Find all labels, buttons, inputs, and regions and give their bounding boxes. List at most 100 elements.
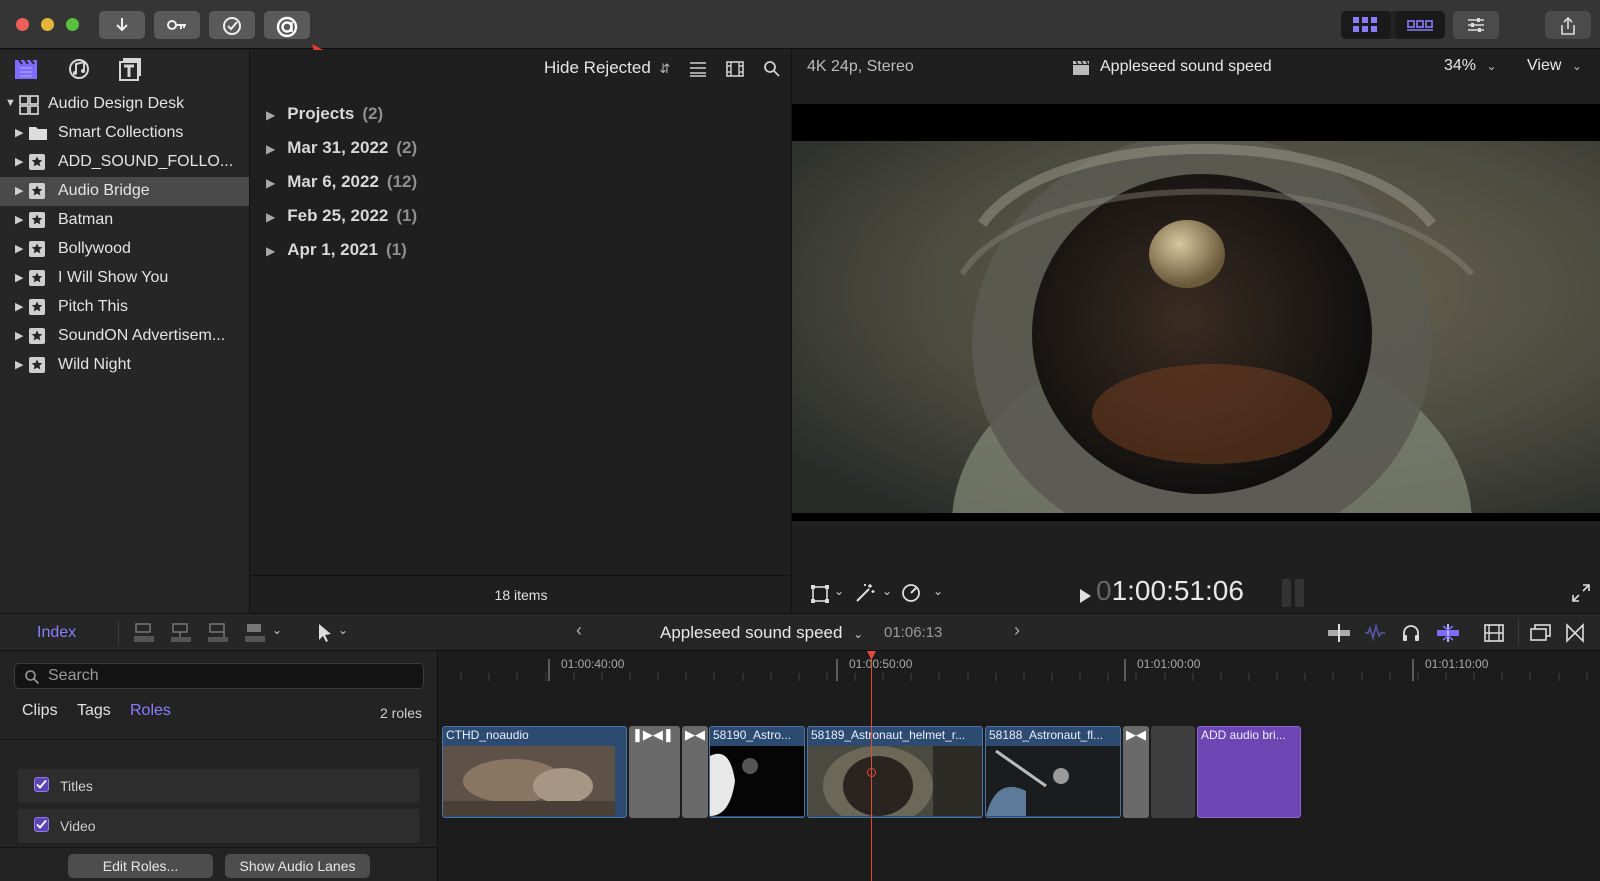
list-view-icon[interactable]: [689, 60, 707, 78]
sidebar-item-add-sound-follo[interactable]: ▶ ADD_SOUND_FOLLO...: [0, 148, 249, 177]
clapper-media-icon[interactable]: [14, 58, 38, 80]
panel-divider: [0, 847, 438, 848]
chevron-down-icon[interactable]: ⌄: [933, 584, 943, 598]
close-window-button[interactable]: [16, 18, 29, 31]
timeline-clip[interactable]: CTHD_noaudio: [442, 726, 627, 818]
browser-layout-button[interactable]: [1341, 11, 1391, 39]
clip-appearance-icon[interactable]: [1484, 623, 1504, 643]
timeline-clip[interactable]: 58190_Astro...: [709, 726, 805, 818]
inspector-button[interactable]: [1453, 11, 1499, 39]
keywords-button[interactable]: [154, 11, 200, 39]
timeline-clip[interactable]: 58189_Astronaut_helmet_r...: [807, 726, 983, 818]
disclosure-open-icon[interactable]: ▼: [5, 97, 16, 109]
tab-tags[interactable]: Tags: [77, 702, 111, 720]
share-button[interactable]: [1545, 11, 1591, 39]
gap-clip[interactable]: [1151, 726, 1195, 818]
show-audio-lanes-button[interactable]: Show Audio Lanes: [225, 854, 370, 878]
sidebar-item-wild-night[interactable]: ▶ Wild Night: [0, 351, 249, 380]
sidebar-item-i-will-show-you[interactable]: ▶ I Will Show You: [0, 264, 249, 293]
effects-browser-icon[interactable]: [1530, 623, 1552, 643]
sidebar-item-smart-collections[interactable]: ▶ Smart Collections: [0, 119, 249, 148]
chevron-down-icon[interactable]: ⌄: [882, 584, 892, 598]
browser-row[interactable]: ▶ Feb 25, 2022 (1): [266, 206, 417, 236]
speed-gauge-icon[interactable]: [900, 582, 922, 604]
transition-clip[interactable]: ▶◀: [1123, 726, 1149, 818]
index-button[interactable]: Index: [37, 624, 76, 642]
playhead[interactable]: [871, 651, 872, 881]
search-icon[interactable]: [763, 60, 781, 78]
snapping-icon[interactable]: [1436, 623, 1460, 643]
disclosure-closed-icon[interactable]: ▶: [15, 329, 23, 342]
sidebar-item-label: SoundON Advertisem...: [58, 327, 226, 344]
edit-roles-button[interactable]: Edit Roles...: [68, 854, 213, 878]
disclosure-closed-icon[interactable]: ▶: [266, 142, 275, 156]
history-back-button[interactable]: ‹: [576, 620, 582, 641]
headphones-icon[interactable]: [1401, 623, 1421, 643]
sidebar-item-soundon-advertisem[interactable]: ▶ SoundON Advertisem...: [0, 322, 249, 351]
disclosure-closed-icon[interactable]: ▶: [15, 358, 23, 371]
index-search-field[interactable]: Search: [14, 663, 424, 689]
magic-wand-icon[interactable]: [854, 582, 876, 604]
chevron-down-icon[interactable]: ⌄: [834, 584, 844, 598]
select-tool-icon[interactable]: [317, 623, 333, 643]
event-star-icon: [28, 356, 46, 374]
photos-audio-icon[interactable]: [66, 57, 92, 81]
role-checkbox-titles[interactable]: [34, 777, 49, 792]
timecode-value: 1:00:51:06: [1111, 575, 1244, 606]
audio-bridge-clip[interactable]: ADD audio bri...: [1197, 726, 1301, 818]
minimize-window-button[interactable]: [41, 18, 54, 31]
browser-row[interactable]: ▶ Mar 6, 2022 (12): [266, 172, 417, 202]
append-clip-icon[interactable]: [207, 622, 229, 644]
hide-rejected-popup[interactable]: Hide Rejected ⇵: [544, 58, 670, 78]
disclosure-closed-icon[interactable]: ▶: [15, 155, 23, 168]
transition-clip[interactable]: ▶◀: [682, 726, 708, 818]
updown-chevron-icon: ⇵: [659, 61, 671, 76]
sidebar-item-bollywood[interactable]: ▶ Bollywood: [0, 235, 249, 264]
play-icon[interactable]: [1078, 588, 1092, 604]
browser-row[interactable]: ▶ Projects (2): [266, 104, 383, 134]
chevron-down-icon[interactable]: ⌄: [272, 623, 282, 637]
timeline-clip[interactable]: 58188_Astronaut_fl...: [985, 726, 1121, 818]
disclosure-closed-icon[interactable]: ▶: [266, 108, 275, 122]
connect-clip-icon[interactable]: [133, 622, 155, 644]
insert-clip-icon[interactable]: [170, 622, 192, 644]
overwrite-clip-icon[interactable]: [244, 622, 266, 644]
disclosure-closed-icon[interactable]: ▶: [15, 271, 23, 284]
disclosure-closed-icon[interactable]: ▶: [15, 213, 23, 226]
disclosure-closed-icon[interactable]: ▶: [266, 210, 275, 224]
tab-clips[interactable]: Clips: [22, 702, 58, 720]
import-button[interactable]: [99, 11, 145, 39]
transform-icon[interactable]: [810, 584, 830, 604]
transitions-browser-icon[interactable]: [1565, 623, 1585, 643]
disclosure-closed-icon[interactable]: ▶: [266, 244, 275, 258]
transition-clip[interactable]: ❚▶◀❚: [629, 726, 680, 818]
sidebar-item-audio-design-desk[interactable]: ▼ Audio Design Desk: [0, 90, 249, 119]
role-checkbox-video[interactable]: [34, 817, 49, 832]
disclosure-closed-icon[interactable]: ▶: [15, 242, 23, 255]
filmstrip-icon[interactable]: [726, 60, 744, 78]
disclosure-closed-icon[interactable]: ▶: [15, 184, 23, 197]
view-popup[interactable]: View ⌄: [1527, 57, 1582, 75]
audio-skimming-icon[interactable]: [1364, 623, 1386, 643]
timeline-layout-button[interactable]: [1395, 11, 1445, 39]
history-forward-button[interactable]: ›: [1014, 620, 1020, 641]
sidebar-item-audio-bridge[interactable]: ▶ Audio Bridge: [0, 177, 249, 206]
zoom-popup[interactable]: 34% ⌄: [1444, 57, 1497, 75]
fullscreen-icon[interactable]: [1572, 584, 1590, 602]
disclosure-closed-icon[interactable]: ▶: [266, 176, 275, 190]
titles-generators-icon[interactable]: [118, 57, 144, 81]
sidebar-item-label: Audio Bridge: [58, 182, 150, 199]
disclosure-closed-icon[interactable]: ▶: [15, 126, 23, 139]
chevron-down-icon[interactable]: ⌄: [338, 623, 348, 637]
skimming-icon[interactable]: [1327, 623, 1351, 643]
sidebar-item-pitch-this[interactable]: ▶ Pitch This: [0, 293, 249, 322]
project-popup[interactable]: Appleseed sound speed ⌄: [660, 623, 863, 643]
zoom-window-button[interactable]: [66, 18, 79, 31]
browser-row[interactable]: ▶ Apr 1, 2021 (1): [266, 240, 407, 270]
tab-roles[interactable]: Roles: [130, 702, 171, 720]
sidebar-item-batman[interactable]: ▶ Batman: [0, 206, 249, 235]
background-tasks-button[interactable]: [209, 11, 255, 39]
browser-row[interactable]: ▶ Mar 31, 2022 (2): [266, 138, 417, 168]
audio-design-desk-button[interactable]: [264, 11, 310, 39]
disclosure-closed-icon[interactable]: ▶: [15, 300, 23, 313]
